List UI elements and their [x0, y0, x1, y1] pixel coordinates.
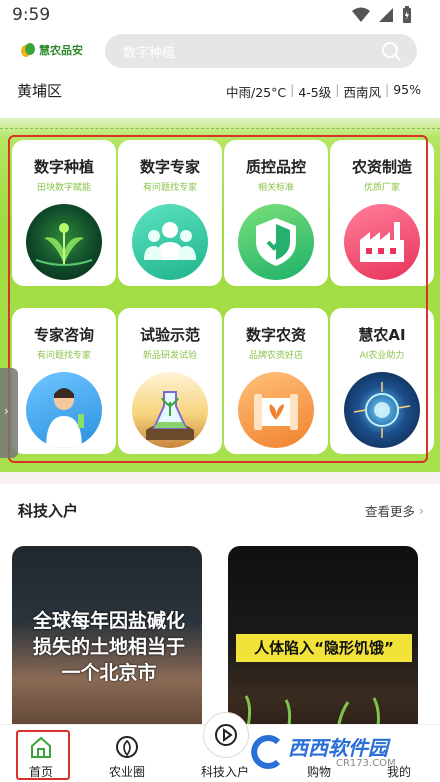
status-bar: 9:59: [0, 0, 440, 32]
wifi-icon: [352, 7, 370, 22]
see-more-label: 查看更多: [364, 504, 415, 519]
app-logo: 慧农品安: [20, 38, 84, 62]
signal-icon: [379, 8, 393, 22]
article-card[interactable]: 人体陷入“隐形饥饿”: [228, 546, 418, 736]
watermark-url: CR173.COM: [336, 758, 396, 769]
nav-label: 农业圈: [108, 765, 145, 779]
logo-text: 慧农品安: [39, 44, 83, 57]
search-icon[interactable]: [381, 41, 401, 61]
leaf-circle-icon: [116, 736, 138, 758]
divider: [0, 128, 440, 129]
district-label[interactable]: 黄埔区: [17, 80, 62, 101]
see-more-link[interactable]: 查看更多 ›: [365, 501, 424, 520]
search-input[interactable]: 数字种植: [105, 34, 417, 68]
status-icons: [352, 6, 412, 24]
nav-home-highlight-frame: [16, 730, 70, 780]
weather-condition: 中雨/25°C: [226, 85, 287, 100]
card-headline: 全球每年因盐碱化损失的土地相当于一个北京市: [32, 610, 185, 684]
section-divider: [0, 472, 440, 484]
grid-highlight-frame: [8, 135, 428, 463]
search-placeholder: 数字种植: [123, 46, 176, 61]
chevron-right-icon: ›: [419, 503, 424, 518]
weather-info: 中雨/25°C | 4-5级 | 西南风 | 95%: [226, 82, 421, 100]
section-title: 科技入户: [18, 502, 79, 520]
wind-level: 4-5级: [298, 85, 332, 100]
side-drawer-handle[interactable]: ›: [0, 368, 18, 458]
battery-icon: [403, 6, 411, 23]
chevron-right-icon: ›: [4, 404, 9, 418]
card-headline: 人体陷入“隐形饥饿”: [236, 634, 412, 662]
weather-row: 黄埔区 中雨/25°C | 4-5级 | 西南风 | 95%: [0, 78, 440, 102]
logo-leaf-icon: [21, 43, 35, 57]
wind-direction: 西南风: [343, 85, 381, 100]
nav-agri-circle[interactable]: 农业圈: [92, 731, 162, 782]
article-card[interactable]: 全球每年因盐碱化损失的土地相当于一个北京市: [12, 546, 202, 736]
status-time: 9:59: [12, 5, 51, 25]
humidity: 95%: [393, 82, 421, 97]
watermark: 西西软件园 CR173.COM: [226, 730, 426, 776]
watermark-logo-icon: [251, 735, 281, 769]
watermark-text: 西西软件园: [288, 736, 388, 760]
